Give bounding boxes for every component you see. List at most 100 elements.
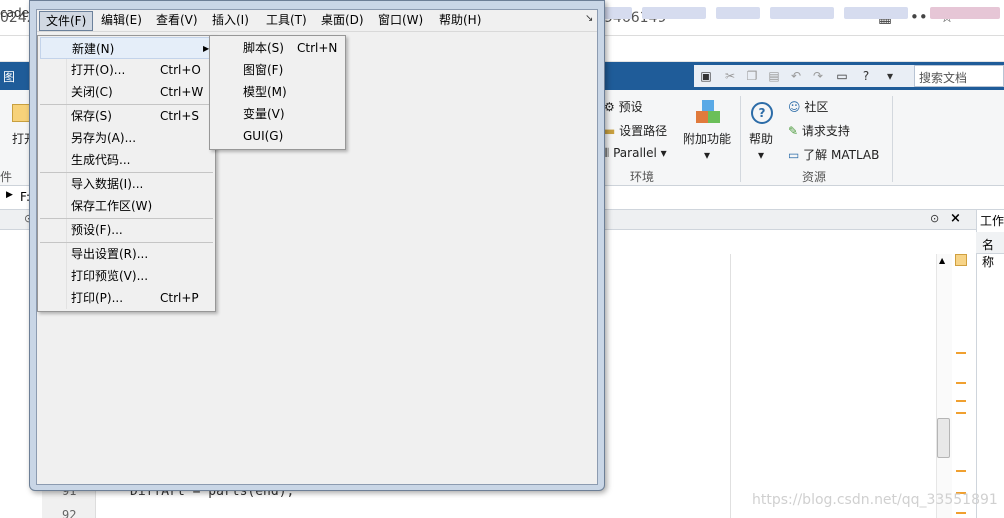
learn-matlab-button[interactable]: ▭ 了解 MATLAB (788, 146, 879, 163)
dock-arrow-icon[interactable]: ↘ (585, 13, 593, 24)
menu-item-preferences[interactable]: 预设(F)... (40, 219, 213, 241)
ribbon-separator (892, 96, 893, 182)
switch-windows-icon[interactable]: ▭ (834, 68, 850, 84)
paste-icon[interactable]: ▤ (766, 68, 782, 84)
menu-insert[interactable]: 插入(I) (206, 11, 255, 31)
bookmark-item[interactable] (716, 7, 760, 19)
workspace-column-name[interactable]: 名称 (982, 236, 1004, 270)
menu-item-new-gui[interactable]: GUI(G) (212, 125, 343, 147)
redo-icon[interactable]: ↷ (810, 68, 826, 84)
support-label: 请求支持 (801, 124, 850, 138)
support-button[interactable]: ✎ 请求支持 (788, 122, 850, 139)
menu-item-shortcut: Ctrl+N (297, 41, 338, 55)
folder-icon: ▬ (604, 124, 616, 138)
menu-item-print-preview[interactable]: 打印预览(V)... (40, 265, 213, 287)
warning-marker[interactable] (956, 512, 966, 514)
menu-item-close[interactable]: 关闭(C) Ctrl+W (40, 81, 213, 103)
new-submenu: 脚本(S) Ctrl+N 图窗(F) 模型(M) 变量(V) GUI(G) (209, 35, 346, 150)
menu-item-new[interactable]: 新建(N) ▶ (40, 37, 213, 59)
help-button[interactable]: 帮助 (749, 130, 773, 147)
save-icon[interactable]: ▣ (698, 68, 714, 84)
menu-item-import-data[interactable]: 导入数据(I)... (40, 173, 213, 195)
more-icon[interactable]: ••• (910, 8, 937, 26)
menu-item-save[interactable]: 保存(S) Ctrl+S (40, 105, 213, 127)
menu-item-open[interactable]: 打开(O)... Ctrl+O (40, 59, 213, 81)
warning-marker[interactable] (956, 400, 966, 402)
bookmark-item[interactable]: cade (0, 6, 29, 20)
scrollbar-thumb[interactable] (937, 418, 950, 458)
menu-item-generate-code[interactable]: 生成代码... (40, 149, 213, 171)
preferences-button[interactable]: ⚙ 预设 (604, 98, 643, 115)
bookmark-item[interactable] (604, 7, 632, 19)
parallel-button[interactable]: ⦀ Parallel ▾ (604, 146, 667, 161)
menu-item-label: 打印预览(V)... (71, 269, 149, 283)
chevron-down-icon[interactable]: ▾ (704, 148, 710, 162)
community-icon: ☺ (788, 100, 801, 114)
menu-window[interactable]: 窗口(W) (372, 11, 429, 31)
chevron-down-icon[interactable]: ▾ (882, 68, 898, 84)
menu-file[interactable]: 文件(F) (39, 11, 94, 31)
menu-item-label: 变量(V) (243, 107, 285, 121)
ribbon-group-title: 环境 (630, 170, 655, 184)
menu-help[interactable]: 帮助(H) (433, 11, 487, 31)
menu-item-label: 预设(F)... (71, 223, 123, 237)
bookmark-item[interactable] (642, 7, 706, 19)
search-docs-input[interactable]: 搜索文档 (914, 65, 1004, 87)
menu-edit[interactable]: 编辑(E) (95, 11, 148, 31)
chevron-right-icon[interactable]: ▶ (6, 190, 13, 200)
menu-item-print[interactable]: 打印(P)... Ctrl+P (40, 287, 213, 309)
menu-tools[interactable]: 工具(T) (260, 11, 313, 31)
menu-item-label: 模型(M) (243, 85, 287, 99)
bookmark-item[interactable] (844, 7, 908, 19)
undo-icon[interactable]: ↶ (788, 68, 804, 84)
warning-marker[interactable] (956, 412, 966, 414)
ribbon-separator (740, 96, 741, 182)
line-number: 92 (62, 508, 77, 518)
warning-marker[interactable] (956, 382, 966, 384)
workspace-title: 工作 (980, 214, 1004, 228)
menu-desktop[interactable]: 桌面(D) (315, 11, 370, 31)
menu-item-save-workspace[interactable]: 保存工作区(W) (40, 195, 213, 217)
editor-scrollbar[interactable] (936, 254, 952, 518)
menu-item-label: GUI(G) (243, 129, 284, 143)
preferences-label: 预设 (618, 100, 643, 114)
menu-item-export-setup[interactable]: 导出设置(R)... (40, 243, 213, 265)
addons-icon (696, 100, 720, 124)
cut-icon[interactable]: ✂ (722, 68, 738, 84)
ribbon-group-title: 资源 (802, 170, 827, 184)
menu-item-shortcut: Ctrl+P (160, 291, 199, 305)
ribbon-tab[interactable]: 图 (0, 66, 18, 88)
menu-item-shortcut: Ctrl+S (160, 109, 200, 123)
menu-item-new-variable[interactable]: 变量(V) (212, 103, 343, 125)
bookmark-item[interactable] (770, 7, 834, 19)
editor-margin-line (730, 254, 731, 518)
community-button[interactable]: ☺ 社区 (788, 98, 828, 115)
addons-button[interactable]: 附加功能 (683, 130, 731, 147)
menu-item-label: 另存为(A)... (71, 131, 137, 145)
menu-view[interactable]: 查看(V) (150, 11, 204, 31)
copy-icon[interactable]: ❐ (744, 68, 760, 84)
help-icon[interactable]: ? (858, 68, 874, 84)
menu-item-save-as[interactable]: 另存为(A)... (40, 127, 213, 149)
menu-item-label: 保存工作区(W) (71, 199, 153, 213)
menu-item-label: 导出设置(R)... (71, 247, 149, 261)
menu-item-new-model[interactable]: 模型(M) (212, 81, 343, 103)
bookmark-item[interactable] (930, 7, 1000, 19)
menu-item-label: 新建(N) (72, 42, 115, 56)
menu-item-shortcut: Ctrl+W (160, 85, 204, 99)
close-icon[interactable]: × (950, 211, 961, 226)
menu-item-label: 打开(O)... (71, 63, 126, 77)
menu-item-new-figure[interactable]: 图窗(F) (212, 59, 343, 81)
scroll-up-icon[interactable]: ▲ (939, 256, 945, 265)
set-path-label: 设置路径 (619, 124, 668, 138)
analysis-indicator-icon[interactable] (955, 254, 967, 266)
quick-access-toolbar: ▣ ✂ ❐ ▤ ↶ ↷ ▭ ? ▾ (694, 65, 914, 87)
menu-item-label: 脚本(S) (243, 41, 284, 55)
menu-item-new-script[interactable]: 脚本(S) Ctrl+N (212, 37, 343, 59)
chevron-down-icon[interactable]: ▾ (758, 148, 764, 162)
warning-marker[interactable] (956, 470, 966, 472)
warning-marker[interactable] (956, 352, 966, 354)
set-path-button[interactable]: ▬ 设置路径 (604, 122, 667, 139)
panel-menu-icon[interactable]: ⊙ (930, 212, 939, 225)
menu-item-label: 打印(P)... (71, 291, 124, 305)
